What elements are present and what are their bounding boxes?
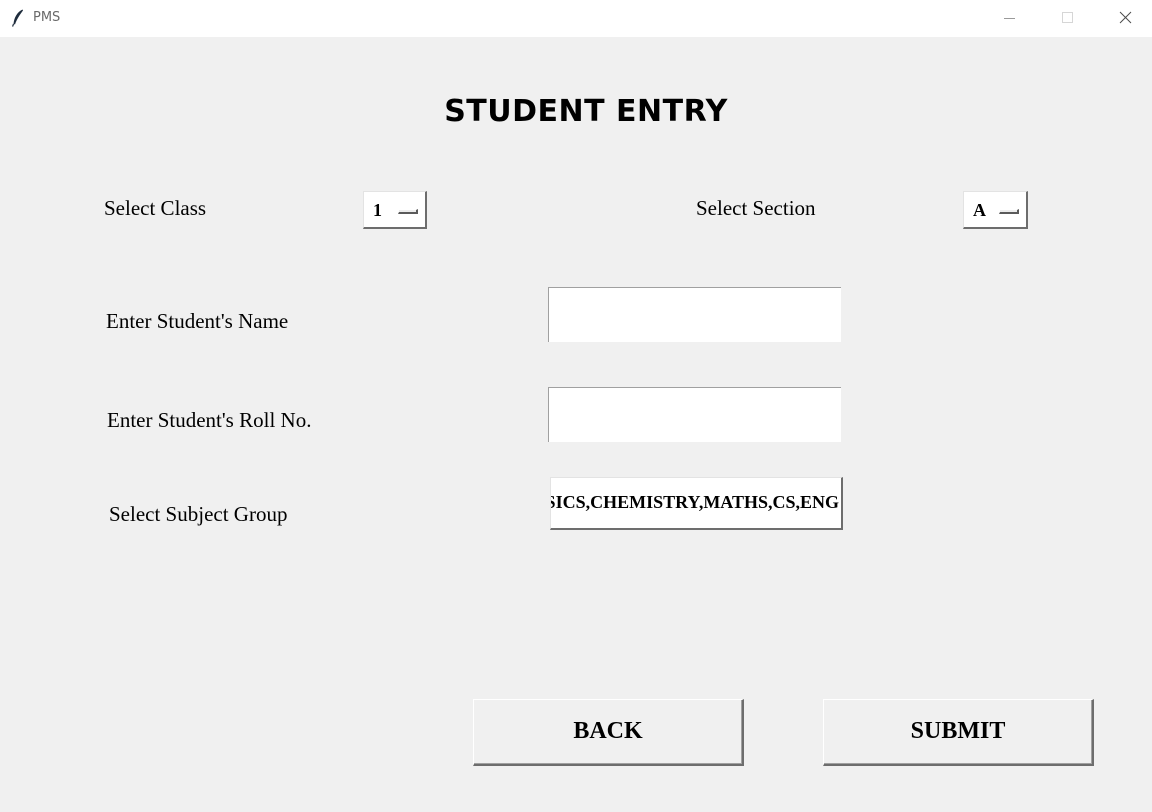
maximize-button[interactable] xyxy=(1039,0,1097,37)
dropdown-indicator-icon xyxy=(999,209,1019,214)
dropdown-indicator-icon xyxy=(398,209,418,214)
maximize-icon xyxy=(1062,12,1073,23)
class-select[interactable]: 1 xyxy=(363,191,427,229)
title-bar: PMS xyxy=(0,0,1152,37)
section-select[interactable]: A xyxy=(963,191,1028,229)
page-title: STUDENT ENTRY xyxy=(444,94,728,129)
close-button[interactable] xyxy=(1097,0,1152,37)
feather-icon xyxy=(12,9,23,27)
section-label: Select Section xyxy=(696,196,816,220)
submit-button[interactable]: SUBMIT xyxy=(823,699,1094,766)
back-button[interactable]: BACK xyxy=(473,699,744,766)
roll-number-input[interactable] xyxy=(548,387,841,442)
close-icon xyxy=(1119,11,1132,24)
minimize-icon xyxy=(1004,18,1015,19)
class-label: Select Class xyxy=(104,196,207,220)
window-title: PMS xyxy=(33,10,61,25)
section-select-value: A xyxy=(973,200,986,220)
student-name-input[interactable] xyxy=(548,287,841,342)
class-select-value: 1 xyxy=(373,200,382,220)
name-label: Enter Student's Name xyxy=(106,309,289,333)
subject-group-select[interactable]: PHYSICS,CHEMISTRY,MATHS,CS,ENG xyxy=(550,477,843,530)
subject-group-value: PHYSICS,CHEMISTRY,MATHS,CS,ENG xyxy=(551,492,839,512)
roll-label: Enter Student's Roll No. xyxy=(107,408,312,432)
minimize-button[interactable] xyxy=(981,0,1039,37)
subject-group-label: Select Subject Group xyxy=(109,502,288,526)
